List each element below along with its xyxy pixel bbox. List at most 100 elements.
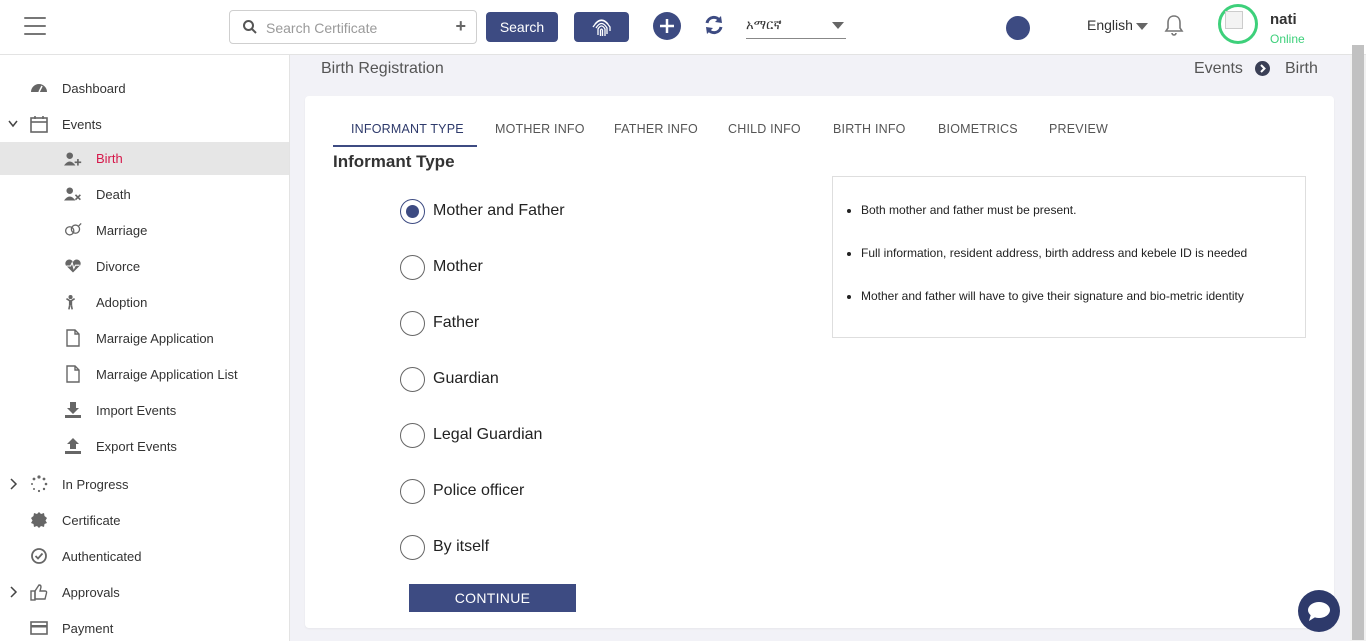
tab-mother-info[interactable]: MOTHER INFO [495, 122, 585, 136]
tab-father-info[interactable]: FATHER INFO [614, 122, 698, 136]
sidebar-item-label: Import Events [96, 403, 177, 418]
radio-police-officer[interactable]: Police officer [400, 479, 700, 505]
sidebar-item-approvals[interactable]: Approvals [0, 574, 289, 610]
sidebar-item-marraige-application-list[interactable]: Marraige Application List [0, 356, 289, 392]
radio-button[interactable] [400, 255, 425, 280]
radio-button[interactable] [400, 199, 425, 224]
sidebar-item-birth[interactable]: Birth [0, 142, 289, 175]
radio-by-itself[interactable]: By itself [400, 535, 700, 561]
chevron-right-icon [10, 586, 18, 598]
radio-button[interactable] [400, 535, 425, 560]
search-button[interactable]: Search [486, 12, 558, 42]
menu-icon[interactable] [24, 17, 46, 37]
document-icon [66, 329, 80, 347]
language-dropdown[interactable]: English [1087, 17, 1148, 33]
sidebar-item-adoption[interactable]: Adoption [0, 284, 289, 320]
radio-legal-guardian[interactable]: Legal Guardian [400, 423, 700, 449]
radio-button[interactable] [400, 423, 425, 448]
section-title: Informant Type [333, 152, 455, 171]
search-icon [243, 20, 257, 34]
sidebar-item-payment[interactable]: Payment [0, 610, 289, 641]
informant-info-box: Both mother and father must be present. … [832, 176, 1306, 338]
sidebar-item-label: Marriage [96, 223, 148, 238]
radio-label: Mother and Father [433, 202, 565, 219]
radio-button[interactable] [400, 311, 425, 336]
radio-label: Police officer [433, 482, 525, 499]
radio-label: Guardian [433, 370, 499, 387]
refresh-icon[interactable] [703, 14, 725, 36]
breadcrumb-events[interactable]: Events [1194, 60, 1243, 78]
radio-button[interactable] [400, 367, 425, 392]
sidebar-item-authenticated[interactable]: Authenticated [0, 538, 289, 574]
sidebar: Dashboard Events Birth Death Marriage Di… [0, 55, 290, 641]
spinner-icon [31, 475, 48, 493]
radio-mother-and-father[interactable]: Mother and Father [400, 199, 700, 225]
sidebar-item-events[interactable]: Events [0, 106, 289, 142]
check-circle-icon [31, 548, 47, 564]
chevron-down-icon [832, 22, 844, 29]
radio-label: Mother [433, 258, 483, 275]
sidebar-item-label: Marraige Application [96, 331, 214, 346]
avatar-image [1225, 11, 1243, 29]
tab-birth-info[interactable]: BIRTH INFO [833, 122, 906, 136]
language-select-value: አማርኛ [746, 17, 782, 32]
sidebar-item-marraige-application[interactable]: Marraige Application [0, 320, 289, 356]
thumbs-up-icon [30, 584, 48, 601]
chat-bubble-icon [1308, 602, 1330, 621]
sidebar-item-certificate[interactable]: Certificate [0, 502, 289, 538]
fingerprint-button[interactable] [574, 12, 629, 42]
status-dot[interactable] [1006, 16, 1030, 40]
add-button[interactable] [653, 12, 681, 40]
sidebar-item-export-events[interactable]: Export Events [0, 428, 289, 464]
avatar[interactable] [1218, 4, 1258, 44]
add-person-icon [64, 152, 82, 166]
sidebar-item-label: Authenticated [62, 549, 142, 564]
radio-label: Legal Guardian [433, 426, 543, 443]
rings-icon [64, 222, 82, 236]
sidebar-item-import-events[interactable]: Import Events [0, 392, 289, 428]
page-title: Birth Registration [321, 60, 444, 77]
payment-card-icon [30, 621, 48, 635]
info-list: Both mother and father must be present. … [861, 203, 1247, 332]
tab-informant-type[interactable]: INFORMANT TYPE [351, 122, 464, 136]
chevron-right-icon [1255, 61, 1270, 76]
sidebar-item-dashboard[interactable]: Dashboard [0, 70, 289, 106]
continue-button[interactable]: CONTINUE [409, 584, 576, 612]
scrollbar-thumb[interactable] [1352, 45, 1364, 640]
sidebar-item-label: Divorce [96, 259, 141, 274]
sidebar-item-label: Marraige Application List [96, 367, 238, 382]
sidebar-item-label: Birth [96, 151, 123, 166]
language-select[interactable]: አማርኛ [746, 14, 846, 39]
search-input[interactable] [266, 18, 446, 38]
radio-guardian[interactable]: Guardian [400, 367, 700, 393]
user-status: Online [1270, 32, 1305, 46]
chevron-down-icon [8, 120, 18, 128]
radio-father[interactable]: Father [400, 311, 700, 337]
sidebar-item-label: Approvals [62, 585, 120, 600]
bell-icon[interactable] [1164, 14, 1184, 36]
chevron-right-icon [10, 478, 18, 490]
sidebar-item-label: Events [62, 117, 102, 132]
scrollbar[interactable] [1350, 45, 1366, 641]
add-filter-icon[interactable]: + [455, 16, 466, 37]
sidebar-item-label: Dashboard [62, 81, 126, 96]
download-icon [65, 402, 81, 418]
info-item: Both mother and father must be present. [861, 203, 1247, 217]
sidebar-item-marriage[interactable]: Marriage [0, 212, 289, 248]
tab-child-info[interactable]: CHILD INFO [728, 122, 801, 136]
sidebar-item-in-progress[interactable]: In Progress [0, 466, 289, 502]
sidebar-item-death[interactable]: Death [0, 176, 289, 212]
sidebar-item-divorce[interactable]: Divorce [0, 248, 289, 284]
chat-button[interactable] [1298, 590, 1340, 632]
radio-label: By itself [433, 538, 490, 555]
info-item: Mother and father will have to give thei… [861, 289, 1247, 303]
tab-biometrics[interactable]: BIOMETRICS [938, 122, 1018, 136]
plus-icon [660, 19, 674, 33]
tab-preview[interactable]: PREVIEW [1049, 122, 1108, 136]
fingerprint-icon [592, 19, 611, 36]
radio-mother[interactable]: Mother [400, 255, 700, 281]
registration-card: INFORMANT TYPE MOTHER INFO FATHER INFO C… [305, 96, 1334, 628]
calendar-icon [30, 116, 48, 133]
info-item: Full information, resident address, birt… [861, 246, 1247, 260]
radio-button[interactable] [400, 479, 425, 504]
